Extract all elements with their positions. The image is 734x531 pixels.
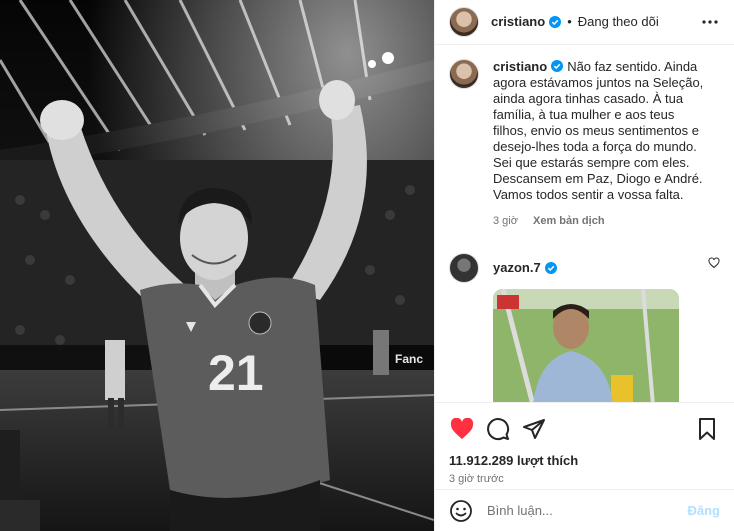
author-avatar[interactable]	[449, 6, 479, 37]
comment-input[interactable]	[487, 503, 688, 518]
reply-verified-icon	[544, 261, 557, 274]
following-status-button[interactable]: Đang theo dõi	[578, 14, 659, 29]
emoji-smiley-icon[interactable]	[449, 499, 473, 523]
likes-count[interactable]: 11.912.289 lượt thích	[449, 453, 720, 468]
like-heart-icon[interactable]	[449, 416, 475, 442]
svg-text:Fanc: Fanc	[395, 352, 423, 366]
caption-username[interactable]: cristiano	[493, 59, 547, 74]
post-comment-button[interactable]: Đăng	[688, 503, 721, 518]
caption-text-block: cristiano Não faz sentido. Ainda agora es…	[493, 59, 708, 203]
like-comment-heart-icon[interactable]	[708, 257, 720, 269]
instagram-post: Fanc 21 cristiano • Đang theo dõi cristi…	[0, 0, 734, 531]
save-bookmark-icon[interactable]	[694, 416, 720, 442]
reply-author-avatar[interactable]	[449, 252, 479, 283]
post-timestamp[interactable]: 3 giờ trước	[449, 473, 720, 485]
comment-bubble-icon[interactable]	[485, 416, 511, 442]
caption-author-avatar[interactable]	[449, 58, 479, 89]
see-translation-link[interactable]: Xem bản dịch	[533, 215, 605, 227]
post-side-panel: cristiano • Đang theo dõi cristiano Não f…	[434, 0, 734, 531]
action-buttons-row	[449, 413, 720, 445]
post-header: cristiano • Đang theo dõi	[435, 0, 734, 45]
reply-gif-image[interactable]	[493, 288, 679, 402]
verified-badge-icon	[549, 15, 562, 28]
caption-time: 3 giờ	[493, 214, 518, 227]
header-separator: •	[567, 14, 572, 30]
author-username[interactable]: cristiano	[491, 14, 545, 29]
player-photo-illustration: Fanc 21	[0, 0, 434, 531]
post-photo[interactable]: Fanc 21	[0, 0, 434, 531]
caption-comment: cristiano Não faz sentido. Ainda agora es…	[449, 58, 720, 229]
reply-username[interactable]: yazon.7	[493, 253, 541, 283]
share-paper-plane-icon[interactable]	[521, 416, 547, 442]
more-options-icon[interactable]	[700, 12, 720, 32]
reply-comment: yazon.7	[449, 252, 720, 283]
caption-meta: 3 giờ Xem bản dịch	[493, 213, 708, 229]
jersey-number: 21	[208, 345, 264, 401]
caption-verified-icon	[551, 59, 564, 72]
add-comment-bar: Đăng	[435, 489, 734, 531]
caption-text: Não faz sentido. Ainda agora estávamos j…	[493, 58, 704, 202]
comments-list[interactable]: cristiano Não faz sentido. Ainda agora es…	[435, 45, 734, 402]
